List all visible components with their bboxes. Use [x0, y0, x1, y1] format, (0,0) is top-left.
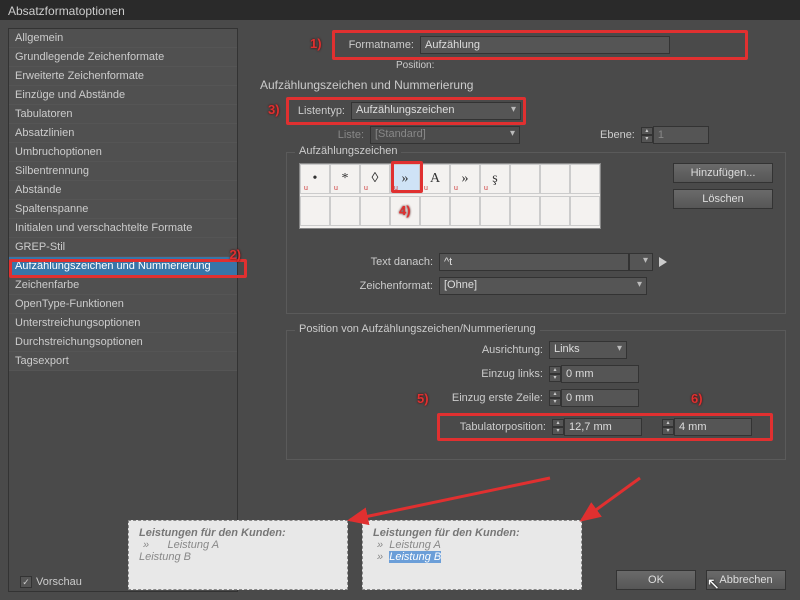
- sidebar-item-5[interactable]: Absatzlinien: [9, 124, 237, 143]
- bullet-cell-empty-1[interactable]: [330, 196, 360, 226]
- tabulator-input[interactable]: [564, 418, 642, 436]
- sidebar-item-13[interactable]: Zeichenfarbe: [9, 276, 237, 295]
- bullet-cell-empty-4[interactable]: [420, 196, 450, 226]
- formatname-label: Formatname:: [338, 39, 420, 51]
- preview-before-l1: Leistung A: [167, 539, 219, 551]
- tabulator-label: Tabulatorposition:: [442, 421, 552, 433]
- position-group: Position von Aufzählungszeichen/Nummerie…: [286, 330, 786, 460]
- bullet-cell-4[interactable]: Au: [420, 164, 450, 194]
- text-danach-drop[interactable]: [629, 253, 653, 271]
- text-danach-label: Text danach:: [299, 256, 439, 268]
- listentyp-select[interactable]: Aufzählungszeichen: [351, 102, 521, 120]
- position-label: Position:: [396, 60, 440, 71]
- section-title: Aufzählungszeichen und Nummerierung: [260, 78, 786, 92]
- einzug-erste-input[interactable]: [561, 389, 639, 407]
- einzug-links-label: Einzug links:: [299, 368, 549, 380]
- annotation-4: 4): [399, 203, 411, 218]
- position-legend: Position von Aufzählungszeichen/Nummerie…: [295, 323, 540, 335]
- bullet-cell-9[interactable]: [570, 164, 600, 194]
- annotation-2: 2): [229, 247, 241, 262]
- preview-after-l2-highlight: Leistung B: [389, 551, 441, 563]
- mouse-cursor-icon: ↖: [707, 574, 720, 594]
- sidebar-item-0[interactable]: Allgemein: [9, 29, 237, 48]
- highlight-1: Formatname:: [332, 30, 748, 60]
- liste-label: Liste:: [286, 129, 370, 141]
- ebene-input[interactable]: [653, 126, 709, 144]
- highlight-5-6: Tabulatorposition: ▴▾ ▴▾: [437, 413, 773, 441]
- sidebar-item-7[interactable]: Silbentrennung: [9, 162, 237, 181]
- sidebar-item-14[interactable]: OpenType-Funktionen: [9, 295, 237, 314]
- sidebar-item-17[interactable]: Tagsexport: [9, 352, 237, 371]
- highlight-3: Listentyp: Aufzählungszeichen: [286, 97, 526, 125]
- main-panel: 1) Formatname: Position: Aufzählungszeic…: [246, 20, 800, 600]
- preview-before: Leistungen für den Kunden: » Leistung A …: [128, 520, 348, 590]
- ebene-label: Ebene:: [600, 129, 641, 141]
- add-bullet-button[interactable]: Hinzufügen...: [673, 163, 773, 183]
- sidebar-item-8[interactable]: Abstände: [9, 181, 237, 200]
- listentyp-label: Listentyp:: [291, 105, 351, 117]
- tabulator-spinner[interactable]: ▴▾: [552, 418, 642, 436]
- text-danach-flyout[interactable]: [659, 257, 667, 267]
- preview-after-heading: Leistungen für den Kunden:: [373, 527, 571, 539]
- sidebar-item-2[interactable]: Erweiterte Zeichenformate: [9, 67, 237, 86]
- bullet-cell-0[interactable]: •u: [300, 164, 330, 194]
- ausrichtung-label: Ausrichtung:: [299, 344, 549, 356]
- sidebar-item-3[interactable]: Einzüge und Abstände: [9, 86, 237, 105]
- einzug-erste-spinner[interactable]: ▴▾: [549, 389, 639, 407]
- preview-before-l2: Leistung B: [139, 551, 337, 563]
- tabulator-spinner-2[interactable]: ▴▾: [662, 418, 752, 436]
- sidebar-item-1[interactable]: Grundlegende Zeichenformate: [9, 48, 237, 67]
- ok-button[interactable]: OK: [616, 570, 696, 590]
- bullets-group: Aufzählungszeichen •u*u◊u»uAu»uşu 4) Hin…: [286, 152, 786, 314]
- bullet-cell-8[interactable]: [540, 164, 570, 194]
- annotation-6: 6): [691, 391, 703, 406]
- preview-after: Leistungen für den Kunden: » Leistung A …: [362, 520, 582, 590]
- bullet-cell-empty-7[interactable]: [510, 196, 540, 226]
- liste-select: [Standard]: [370, 126, 520, 144]
- delete-bullet-button[interactable]: Löschen: [673, 189, 773, 209]
- category-sidebar: AllgemeinGrundlegende ZeichenformateErwe…: [8, 28, 238, 592]
- bullet-cell-empty-0[interactable]: [300, 196, 330, 226]
- sidebar-item-6[interactable]: Umbruchoptionen: [9, 143, 237, 162]
- bullet-cell-7[interactable]: [510, 164, 540, 194]
- highlight-4: [391, 161, 423, 193]
- annotation-3: 3): [268, 102, 280, 117]
- ausrichtung-select[interactable]: Links: [549, 341, 627, 359]
- sidebar-item-11[interactable]: GREP-Stil: [9, 238, 237, 257]
- bullet-cell-empty-9[interactable]: [570, 196, 600, 226]
- sidebar-item-16[interactable]: Durchstreichungsoptionen: [9, 333, 237, 352]
- annotation-1: 1): [310, 36, 322, 51]
- bullet-cell-empty-6[interactable]: [480, 196, 510, 226]
- bullet-cell-empty-2[interactable]: [360, 196, 390, 226]
- window-title: Absatzformatoptionen: [0, 0, 800, 20]
- preview-before-heading: Leistungen für den Kunden:: [139, 527, 337, 539]
- annotation-5: 5): [417, 391, 429, 406]
- zeichenformat-label: Zeichenformat:: [299, 280, 439, 292]
- bullet-cell-2[interactable]: ◊u: [360, 164, 390, 194]
- bullets-legend: Aufzählungszeichen: [295, 145, 401, 157]
- einzug-links-spinner[interactable]: ▴▾: [549, 365, 639, 383]
- bullet-grid: •u*u◊u»uAu»uşu: [299, 163, 601, 229]
- zeichenformat-select[interactable]: [Ohne]: [439, 277, 647, 295]
- bullet-cell-6[interactable]: şu: [480, 164, 510, 194]
- bullet-cell-empty-5[interactable]: [450, 196, 480, 226]
- bullet-cell-empty-8[interactable]: [540, 196, 570, 226]
- preview-checkbox-label: Vorschau: [36, 576, 82, 588]
- sidebar-item-12[interactable]: Aufzählungszeichen und Nummerierung: [9, 257, 237, 276]
- bullet-cell-5[interactable]: »u: [450, 164, 480, 194]
- ebene-spinner[interactable]: ▴▾: [641, 126, 709, 144]
- preview-after-l1: Leistung A: [389, 539, 441, 551]
- text-danach-input[interactable]: [439, 253, 629, 271]
- sidebar-item-10[interactable]: Initialen und verschachtelte Formate: [9, 219, 237, 238]
- tabulator-input-2[interactable]: [674, 418, 752, 436]
- sidebar-item-4[interactable]: Tabulatoren: [9, 105, 237, 124]
- preview-checkbox[interactable]: ✓Vorschau: [20, 576, 82, 588]
- sidebar-item-15[interactable]: Unterstreichungsoptionen: [9, 314, 237, 333]
- sidebar-item-9[interactable]: Spaltenspanne: [9, 200, 237, 219]
- formatname-input[interactable]: [420, 36, 670, 54]
- bullet-cell-1[interactable]: *u: [330, 164, 360, 194]
- einzug-links-input[interactable]: [561, 365, 639, 383]
